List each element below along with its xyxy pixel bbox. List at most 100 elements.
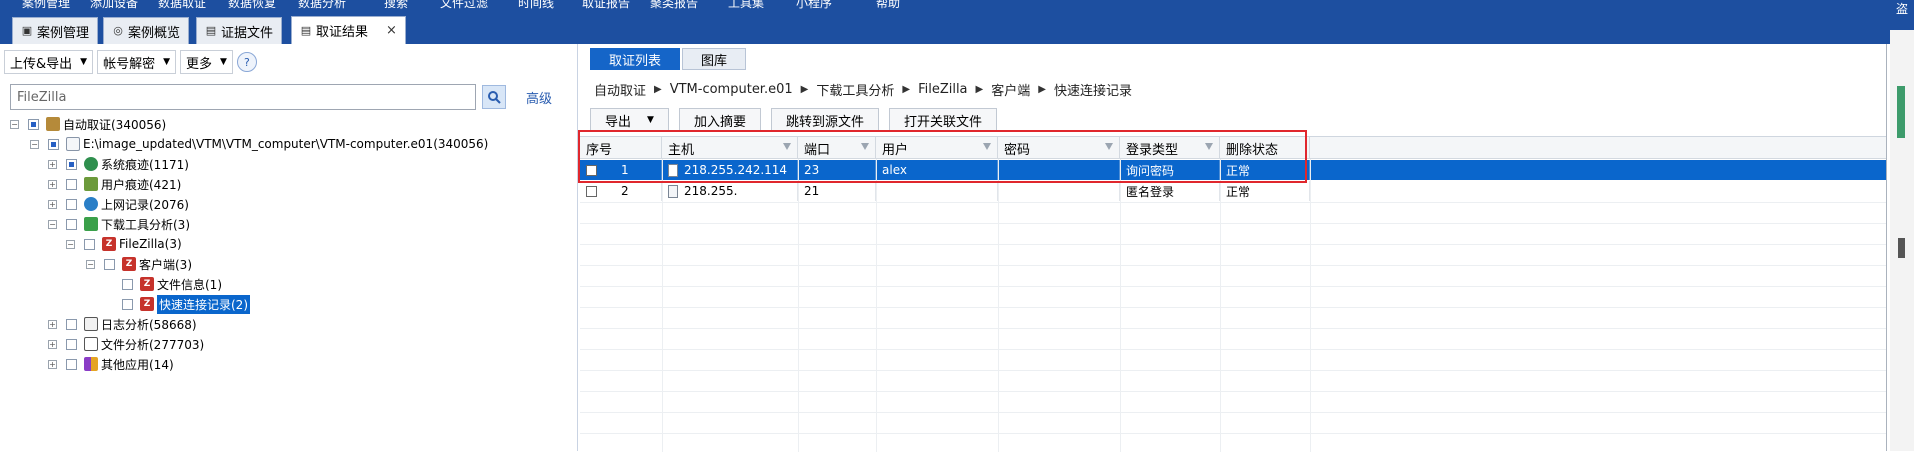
- tree-checkbox[interactable]: [66, 338, 77, 350]
- menu-item-help[interactable]: 帮助: [876, 0, 900, 11]
- top-menu-bar: 案例管理 添加设备 数据取证 数据恢复 数据分析 搜索 文件过滤 时间线 取证报…: [0, 0, 1914, 14]
- tree-node-system-trace[interactable]: + 系统痕迹(1171): [48, 154, 189, 174]
- row-checkbox[interactable]: [586, 185, 597, 197]
- tree-node-label: 文件分析(277703): [101, 337, 205, 352]
- account-decrypt-dropdown[interactable]: 帐号解密 ▼: [97, 50, 176, 74]
- grid-line: [580, 349, 1886, 350]
- collapse-icon[interactable]: −: [86, 259, 95, 269]
- tree-node-file-info[interactable]: Z 文件信息(1): [116, 274, 222, 294]
- tab-forensic-results[interactable]: ▤ 取证结果 ×: [291, 16, 406, 44]
- left-toolbar: 上传&导出 ▼ 帐号解密 ▼ 更多 ▼ ?: [4, 50, 257, 74]
- log-analysis-icon: [84, 317, 98, 331]
- search-button[interactable]: [482, 85, 506, 109]
- menu-item-toolset[interactable]: 工具集: [728, 0, 764, 11]
- tab-case-overview[interactable]: ◎ 案例概览: [103, 17, 190, 44]
- tree-node-web-history[interactable]: + 上网记录(2076): [48, 194, 189, 214]
- tab-case-management[interactable]: ▣ 案例管理: [12, 17, 99, 44]
- expand-icon[interactable]: +: [48, 319, 57, 329]
- menu-item-mini-program[interactable]: 小程序: [796, 0, 832, 11]
- collapse-icon[interactable]: −: [10, 119, 19, 129]
- tree-checkbox[interactable]: [66, 198, 77, 210]
- expand-icon[interactable]: +: [48, 359, 57, 369]
- more-dropdown[interactable]: 更多 ▼: [180, 50, 233, 74]
- index-cell: 2: [580, 181, 662, 201]
- tree-node-label: 快速连接记录(2): [157, 294, 250, 314]
- open-related-file-button[interactable]: 打开关联文件: [888, 108, 997, 132]
- chevron-right-icon: ▶: [975, 83, 984, 95]
- port-cell: 21: [798, 181, 876, 201]
- menu-item-search[interactable]: 搜索: [384, 0, 408, 11]
- tree-node-file-analysis[interactable]: + 文件分析(277703): [48, 334, 204, 354]
- menu-item-file-filter[interactable]: 文件过滤: [440, 0, 488, 11]
- tree-checkbox[interactable]: [66, 358, 77, 370]
- tab-evidence-files[interactable]: ▤ 证据文件: [196, 17, 283, 44]
- client-icon: Z: [122, 257, 136, 271]
- tree-checkbox[interactable]: [66, 158, 77, 170]
- results-table: 序号 主机 端口 用户 密码 登录类型 删除状态 1 218.255.242.1…: [580, 136, 1886, 452]
- menu-item-data-analysis[interactable]: 数据分析: [298, 0, 346, 11]
- tree-node-log-analysis[interactable]: + 日志分析(58668): [48, 314, 197, 334]
- tree-node-image-file[interactable]: − E:\image_updated\VTM\VTM_computer\VTM-…: [30, 134, 488, 154]
- tree-checkbox[interactable]: [84, 238, 95, 250]
- expand-icon[interactable]: +: [48, 199, 57, 209]
- tab-gallery[interactable]: 图库: [682, 48, 747, 70]
- menu-item-cluster-report[interactable]: 聚类报告: [650, 0, 698, 11]
- expand-icon[interactable]: +: [48, 179, 57, 189]
- expand-icon[interactable]: +: [48, 159, 57, 169]
- breadcrumb-item[interactable]: 自动取证: [594, 80, 646, 99]
- tree-checkbox[interactable]: [28, 118, 39, 130]
- tree-checkbox[interactable]: [122, 298, 133, 310]
- menu-item-add-device[interactable]: 添加设备: [90, 0, 138, 11]
- tree-node-other-apps[interactable]: + 其他应用(14): [48, 354, 174, 374]
- result-view-tabs: 取证列表 图库: [590, 48, 747, 70]
- evidence-icon: ▤: [205, 24, 217, 37]
- breadcrumb-item[interactable]: FileZilla: [918, 82, 967, 97]
- collapse-icon[interactable]: −: [66, 239, 75, 249]
- table-row[interactable]: 2 218.255. 21 匿名登录 正常: [580, 181, 1886, 201]
- tree-node-filezilla[interactable]: − Z FileZilla(3): [66, 234, 182, 254]
- breadcrumb-item[interactable]: 快速连接记录: [1054, 80, 1132, 99]
- menu-item-case-management[interactable]: 案例管理: [22, 0, 70, 11]
- menu-item-report[interactable]: 取证报告: [582, 0, 630, 11]
- tree-node-download-tool[interactable]: − 下载工具分析(3): [48, 214, 190, 234]
- export-label: 导出: [605, 114, 632, 130]
- tree-checkbox[interactable]: [66, 318, 77, 330]
- menu-item-data-forensics[interactable]: 数据取证: [158, 0, 206, 11]
- tree-node-user-trace[interactable]: + 用户痕迹(421): [48, 174, 181, 194]
- tab-evidence-list[interactable]: 取证列表: [590, 48, 681, 70]
- system-trace-icon: [84, 157, 98, 171]
- breadcrumb-item[interactable]: 下载工具分析: [816, 80, 894, 99]
- chevron-right-icon: ▶: [654, 83, 662, 95]
- auto-forensics-icon: [46, 117, 60, 131]
- tree-checkbox[interactable]: [48, 138, 59, 150]
- export-button[interactable]: 导出 ▼: [590, 108, 669, 132]
- collapse-icon[interactable]: −: [30, 139, 39, 149]
- breadcrumb-item[interactable]: 客户端: [991, 80, 1030, 99]
- upload-export-dropdown[interactable]: 上传&导出 ▼: [4, 50, 94, 74]
- advanced-search-link[interactable]: 高级: [526, 88, 552, 107]
- breadcrumb-item[interactable]: VTM-computer.e01: [670, 82, 793, 97]
- tree-node-quick-connect[interactable]: Z 快速连接记录(2): [116, 294, 250, 314]
- tree-node-client[interactable]: − Z 客户端(3): [86, 254, 192, 274]
- tree-checkbox[interactable]: [104, 258, 115, 270]
- add-summary-button[interactable]: 加入摘要: [678, 108, 761, 132]
- jump-to-source-button[interactable]: 跳转到源文件: [770, 108, 879, 132]
- tree-checkbox[interactable]: [66, 218, 77, 230]
- grid-line: [580, 370, 1886, 371]
- other-apps-icon: [84, 357, 98, 371]
- expand-icon[interactable]: +: [48, 339, 57, 349]
- tree-checkbox[interactable]: [122, 278, 133, 290]
- panel-divider: [1886, 44, 1887, 451]
- close-icon[interactable]: ×: [386, 23, 397, 38]
- document-icon: [668, 184, 678, 198]
- menu-item-data-recovery[interactable]: 数据恢复: [228, 0, 276, 11]
- tree-node-auto-forensics[interactable]: − 自动取证(340056): [10, 114, 166, 134]
- user-trace-icon: [84, 177, 98, 191]
- grid-line: [580, 307, 1886, 308]
- scrollbar-thumb[interactable]: [1897, 86, 1905, 138]
- search-input[interactable]: FileZilla: [10, 84, 476, 110]
- tree-checkbox[interactable]: [66, 178, 77, 190]
- collapse-icon[interactable]: −: [48, 219, 57, 229]
- menu-item-timeline[interactable]: 时间线: [518, 0, 554, 11]
- help-button[interactable]: ?: [236, 52, 257, 72]
